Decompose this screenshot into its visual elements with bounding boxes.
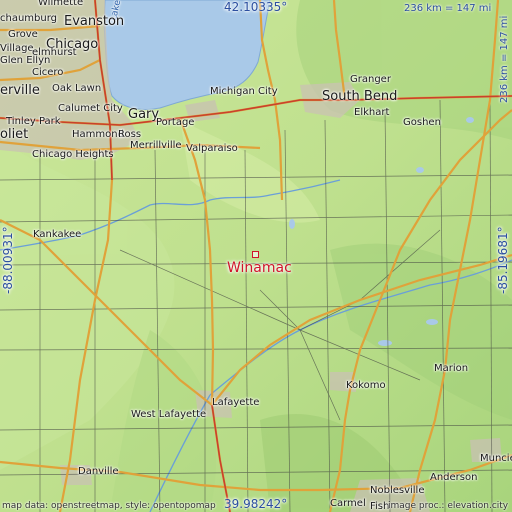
coord-east: -85.19681° (496, 226, 510, 294)
image-credit: image proc.: elevation.city (388, 501, 509, 511)
small-lake (378, 340, 392, 346)
small-lake (466, 117, 474, 123)
scale-horizontal: 236 km = 147 mi (404, 3, 492, 14)
place-label-evanston: Evanston (64, 14, 125, 29)
place-label-granger: Granger (350, 74, 391, 85)
place-label-hammond: Hammond (72, 129, 124, 140)
place-label-grove: Grove (8, 29, 38, 40)
place-label-naperville: erville (0, 83, 40, 98)
small-lake (426, 319, 438, 325)
place-label-gary: Gary (128, 107, 160, 122)
coord-south: 39.98242° (224, 497, 288, 511)
place-label-calumet-city: Calumet City (58, 103, 123, 114)
place-label-kokomo: Kokomo (346, 380, 386, 391)
place-label-wilmette: Wilmette (38, 0, 84, 8)
place-label-tinley-park: Tinley Park (6, 116, 61, 127)
map-view[interactable]: Lake Michigan Wilmette Evanston chaumbur… (0, 0, 512, 512)
place-label-valparaiso: Valparaiso (186, 143, 238, 154)
place-label-joliet: oliet (0, 127, 29, 142)
coord-north: 42.10335° (224, 0, 288, 14)
place-label-elmhurst: elmhurst (32, 47, 77, 58)
place-label-lafayette: Lafayette (212, 397, 260, 408)
place-label-village: Village (0, 43, 34, 54)
city-marker-icon[interactable] (252, 251, 259, 258)
small-lake (289, 219, 295, 229)
map-credit: map data: openstreetmap, style: opentopo… (2, 501, 216, 511)
place-label-portage: Portage (156, 117, 195, 128)
featured-city-label[interactable]: Winamac (227, 261, 292, 275)
place-label-cicero: Cicero (32, 67, 64, 78)
place-label-carmel: Carmel (330, 498, 366, 509)
place-label-muncie: Muncie (480, 453, 512, 464)
place-label-noblesville: Noblesville (370, 485, 425, 496)
place-label-goshen: Goshen (403, 117, 441, 128)
place-label-schaumburg: chaumburg (0, 13, 58, 24)
place-label-anderson: Anderson (430, 472, 478, 483)
place-label-west-lafayette: West Lafayette (131, 409, 207, 420)
place-label-danville: Danville (78, 466, 119, 477)
coord-west: -88.00931° (1, 226, 15, 294)
place-label-merrillville: Merrillville (130, 140, 182, 151)
place-label-chicago-heights: Chicago Heights (32, 149, 114, 160)
place-label-south-bend: South Bend (322, 89, 398, 104)
place-label-oak-lawn: Oak Lawn (52, 83, 102, 94)
place-label-fishers: Fish (370, 501, 390, 512)
place-label-kankakee: Kankakee (33, 229, 82, 240)
place-label-michigan-city: Michigan City (210, 86, 278, 97)
small-lake (416, 167, 424, 173)
place-label-elkhart: Elkhart (354, 107, 390, 118)
place-label-ross: Ross (118, 129, 142, 140)
scale-vertical: 236 km = 147 mi (499, 15, 510, 103)
place-label-marion: Marion (434, 363, 469, 374)
